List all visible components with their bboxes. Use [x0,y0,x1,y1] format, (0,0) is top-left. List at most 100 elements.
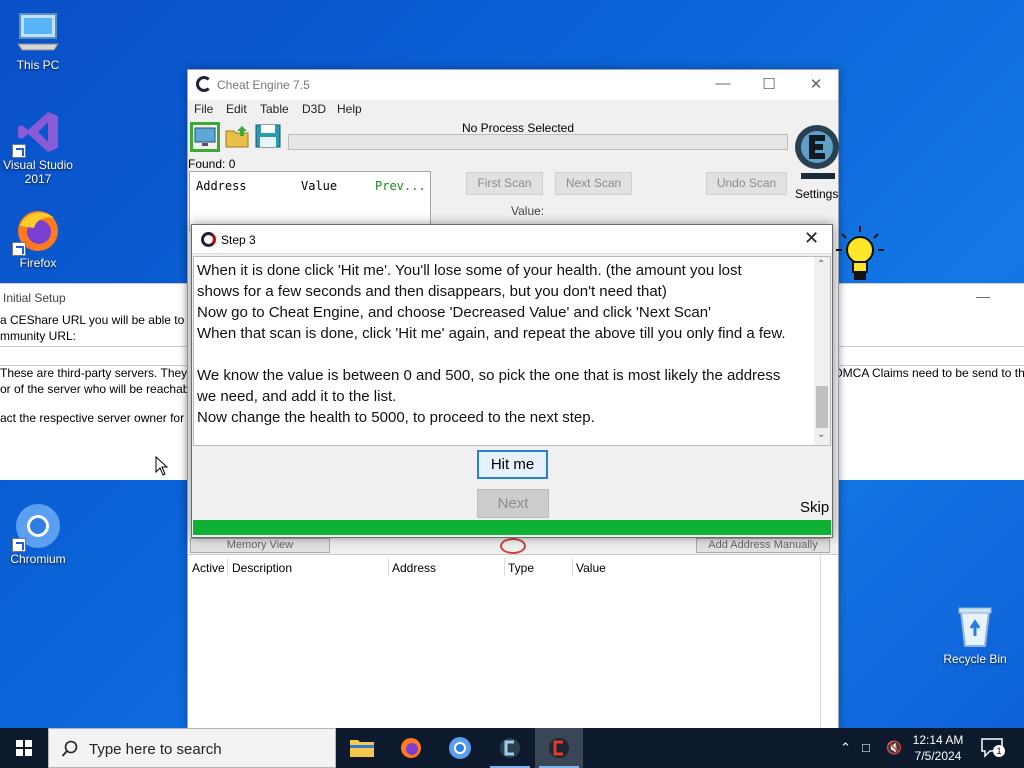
instruction-line: We know the value is between 0 and 500, … [197,367,781,384]
dialog-title: Step 3 [221,233,256,247]
column-separator [504,558,505,576]
cheat-engine-tutorial-icon [549,738,569,758]
network-icon[interactable]: □ [862,740,870,755]
minimize-button[interactable]: — [708,75,738,92]
instruction-line: Now go to Cheat Engine, and choose 'Decr… [197,304,711,321]
firefox-icon [401,738,421,758]
close-button[interactable]: ✕ [804,228,819,249]
menu-help[interactable]: Help [337,102,362,116]
stop-icon[interactable] [500,538,526,554]
start-button[interactable] [0,728,48,768]
desktop-icon-label: Chromium [10,552,66,566]
column-description[interactable]: Description [232,561,292,575]
column-active[interactable]: Active [192,561,225,575]
taskbar-cheat-engine[interactable] [486,728,534,768]
desktop-icon-chromium[interactable]: Chromium [0,502,76,566]
dialog-title-bar[interactable]: Step 3 ✕ [192,225,832,254]
undo-scan-button[interactable]: Undo Scan [706,172,787,195]
menu-d3d[interactable]: D3D [302,102,326,116]
setup-text-line: a CEShare URL you will be able to up [0,313,201,327]
divider [820,555,821,730]
shortcut-arrow-icon [12,242,26,256]
instruction-line: we need, and add it to the list. [197,388,397,405]
lightbulb-hint-icon[interactable] [832,224,888,288]
menu-table[interactable]: Table [260,102,289,116]
found-count: Found: 0 [188,157,236,171]
mouse-cursor-icon [155,456,169,476]
volume-muted-icon[interactable]: 🔇 [886,740,902,756]
clock-time: 12:14 AM [912,733,964,747]
skip-link[interactable]: Skip [800,499,829,516]
next-scan-button[interactable]: Next Scan [555,172,632,195]
desktop-icon-label: Recycle Bin [943,652,1007,666]
step-dialog: Step 3 ✕ When it is done click 'Hit me'.… [191,224,833,538]
step-progress-bar [193,520,831,535]
desktop-icon-label: Visual Studio 2017 [3,158,73,186]
firefox-icon [12,206,62,256]
settings-label[interactable]: Settings [795,187,838,201]
scan-progress-bar [288,134,788,150]
computer-icon [14,8,62,56]
taskbar-firefox[interactable] [387,728,435,768]
visual-studio-icon [12,108,62,158]
folder-icon [350,740,374,757]
found-address-list[interactable]: Address Value Prev... [189,171,431,231]
initial-setup-title: Initial Setup [3,291,66,305]
column-value[interactable]: Value [576,561,606,575]
process-label: No Process Selected [461,121,575,135]
scroll-down-icon[interactable]: ⌄ [817,429,825,440]
close-button[interactable]: ✕ [801,75,831,93]
column-type[interactable]: Type [508,561,534,575]
desktop-icon-recycle-bin[interactable]: Recycle Bin [937,602,1013,666]
add-address-manually-button[interactable]: Add Address Manually [696,538,830,553]
cheat-engine-icon [500,738,520,758]
minimize-button[interactable]: — [976,288,990,304]
instruction-line: When it is done click 'Hit me'. You'll l… [197,262,742,279]
taskbar: Type here to search ⌃ □ 🔇 12:14 AM 7/5/2… [0,728,1024,768]
maximize-button[interactable]: ☐ [754,75,784,93]
desktop-icon-label: Firefox [19,256,57,270]
desktop-icon-visual-studio[interactable]: Visual Studio 2017 [0,108,76,186]
instruction-line: shows for a few seconds and then disappe… [197,283,667,300]
vertical-scrollbar[interactable]: ⌃ ⌄ [814,257,830,445]
memory-view-button[interactable]: Memory View [190,538,330,553]
column-separator [572,558,573,576]
first-scan-button[interactable]: First Scan [466,172,543,195]
column-value[interactable]: Value [301,179,337,193]
setup-text-line: These are third-party servers. They are [0,366,208,380]
taskbar-chromium[interactable] [436,728,484,768]
menu-edit[interactable]: Edit [226,102,247,116]
taskbar-cheat-engine-tutorial[interactable] [535,728,583,768]
clock[interactable]: 12:14 AM 7/5/2024 [908,732,968,764]
setup-text-line: or of the server who will be reachable [0,382,199,396]
windows-logo-icon [16,740,32,756]
setup-text-line: DMCA Claims need to be send to th [834,366,1024,380]
cheat-engine-settings-logo-icon[interactable] [793,119,841,181]
title-bar[interactable]: Cheat Engine 7.5 — ☐ ✕ [188,70,838,100]
column-previous[interactable]: Prev... [375,179,426,193]
column-separator [227,558,228,576]
notification-center-button[interactable]: 1 [980,736,1006,760]
cheat-engine-logo-icon [196,76,212,92]
scroll-up-icon[interactable]: ⌃ [817,259,825,270]
chromium-icon [449,737,471,759]
recycle-bin-icon [951,602,999,650]
notification-badge: 1 [993,745,1005,757]
cheat-table[interactable]: Active Description Address Type Value [188,554,838,730]
menu-file[interactable]: File [194,102,213,116]
desktop-icon-this-pc[interactable]: This PC [0,8,76,72]
hit-me-button[interactable]: Hit me [477,450,548,479]
instructions-text-area[interactable]: When it is done click 'Hit me'. You'll l… [193,256,831,446]
chevron-up-icon[interactable]: ⌃ [840,740,851,756]
search-box[interactable]: Type here to search [48,728,336,768]
window-title: Cheat Engine 7.5 [217,78,310,92]
next-button[interactable]: Next [477,489,549,518]
instruction-line: Now change the health to 5000, to procee… [197,409,595,426]
column-address[interactable]: Address [196,179,247,193]
scrollbar-thumb[interactable] [816,386,828,428]
cheat-engine-logo-icon [201,232,216,247]
column-address[interactable]: Address [392,561,436,575]
chromium-icon [12,502,62,552]
taskbar-file-explorer[interactable] [338,728,386,768]
desktop-icon-firefox[interactable]: Firefox [0,206,76,270]
